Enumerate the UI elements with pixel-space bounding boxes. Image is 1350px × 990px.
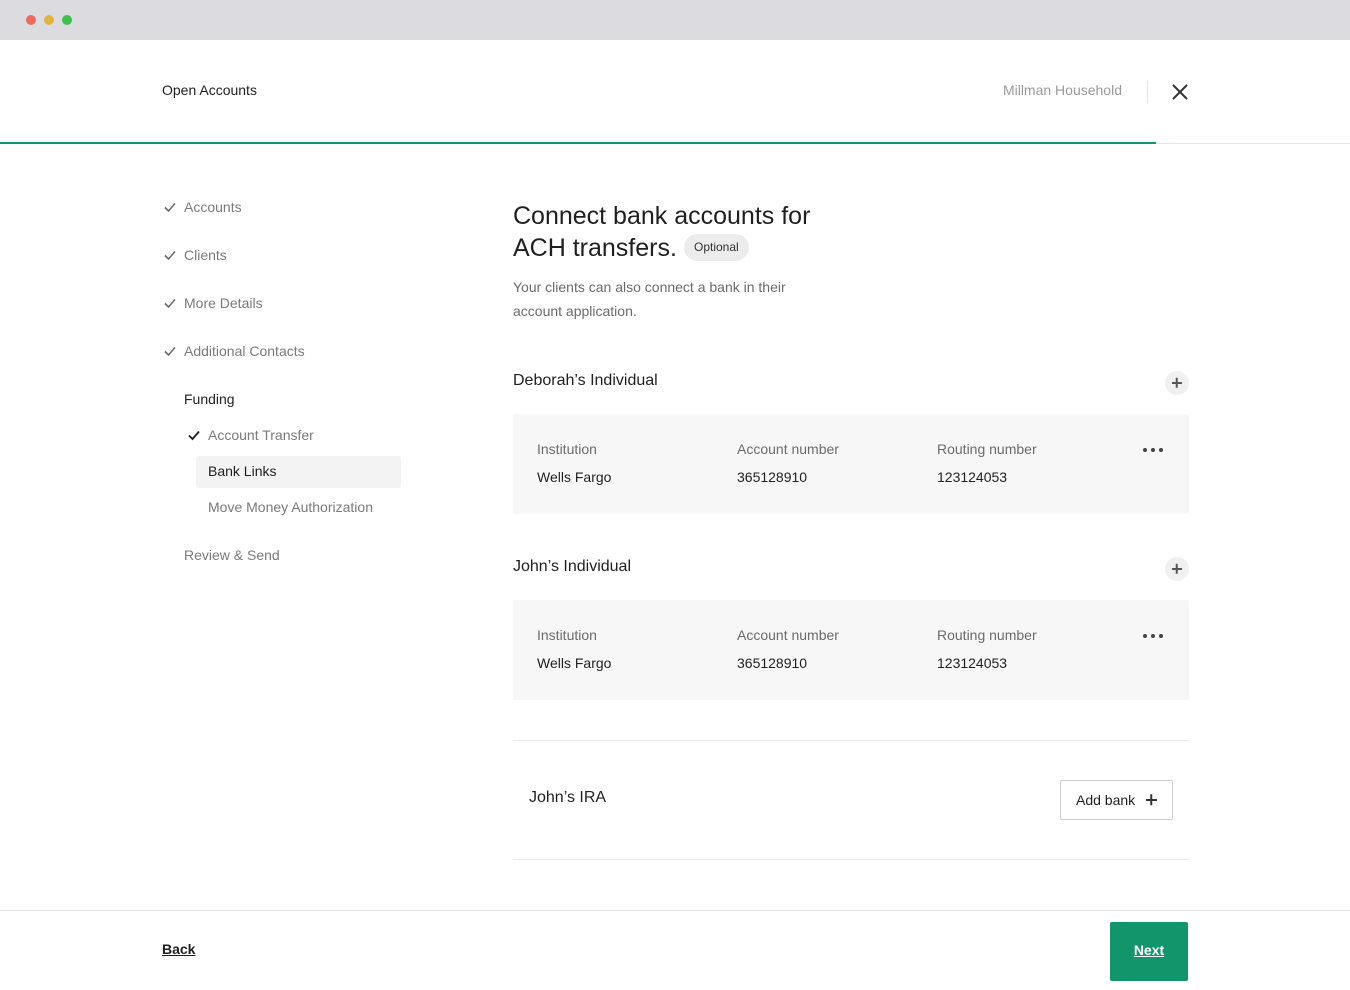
- routing-number-label: Routing number: [937, 441, 1037, 457]
- page-title: Connect bank accounts for ACH transfers.: [513, 202, 811, 262]
- account-title-john-ira: John’s IRA: [529, 789, 607, 806]
- step-more-details[interactable]: More Details: [164, 295, 263, 311]
- household-name: Millman Household: [1002, 82, 1122, 98]
- check-icon: [164, 202, 176, 213]
- check-icon: [188, 430, 200, 441]
- step-clients[interactable]: Clients: [164, 247, 227, 263]
- step-label: Accounts: [184, 199, 242, 215]
- optional-badge: Optional: [684, 234, 749, 261]
- next-label: Next: [1133, 942, 1165, 958]
- progress-bar: [0, 142, 1156, 144]
- step-label: More Details: [184, 295, 263, 311]
- institution-value: Wells Fargo: [537, 469, 612, 485]
- account-number-label: Account number: [737, 627, 839, 643]
- routing-number-label: Routing number: [937, 627, 1037, 643]
- substep-label: Bank Links: [208, 463, 277, 479]
- substep-bank-links[interactable]: Bank Links: [208, 463, 276, 479]
- step-label: Clients: [184, 247, 227, 263]
- institution-label: Institution: [537, 627, 597, 643]
- back-link[interactable]: Back: [162, 941, 195, 957]
- close-icon[interactable]: [1168, 80, 1192, 104]
- substep-label: Account Transfer: [208, 427, 314, 443]
- add-bank-button[interactable]: Add bank: [1060, 780, 1173, 820]
- bank-card-deborah: Institution Account number Routing numbe…: [513, 414, 1189, 514]
- substep-account-transfer[interactable]: Account Transfer: [188, 427, 314, 443]
- substep-label: Move Money Authorization: [208, 499, 373, 515]
- routing-number-value: 123124053: [937, 469, 1008, 485]
- add-bank-plus-icon[interactable]: [1165, 371, 1189, 395]
- check-icon: [164, 346, 176, 357]
- account-number-value: 365128910: [737, 469, 808, 485]
- step-additional-contacts[interactable]: Additional Contacts: [164, 343, 305, 359]
- window-close-dot[interactable]: [26, 15, 36, 25]
- window-zoom-dot[interactable]: [62, 15, 72, 25]
- page-subtitle: Your clients can also connect a bank in …: [513, 279, 786, 319]
- section-divider: [513, 740, 1189, 741]
- more-options-icon[interactable]: [1141, 444, 1165, 456]
- add-bank-plus-icon[interactable]: [1165, 557, 1189, 581]
- step-label: Funding: [184, 391, 235, 407]
- institution-value: Wells Fargo: [537, 655, 612, 671]
- institution-label: Institution: [537, 441, 597, 457]
- page-title-header: Open Accounts: [162, 82, 257, 98]
- more-options-icon[interactable]: [1141, 630, 1165, 642]
- step-accounts[interactable]: Accounts: [164, 199, 242, 215]
- page-footer: Back Next: [0, 910, 1350, 990]
- window-titlebar: [0, 0, 1350, 40]
- next-button[interactable]: Next: [1110, 922, 1188, 981]
- page-header: Open Accounts Millman Household: [0, 40, 1350, 144]
- routing-number-value: 123124053: [937, 655, 1008, 671]
- check-icon: [164, 250, 176, 261]
- step-label: Review & Send: [184, 547, 280, 563]
- add-bank-label: Add bank: [1076, 792, 1136, 808]
- step-review-send[interactable]: Review & Send: [184, 547, 280, 563]
- step-label: Additional Contacts: [184, 343, 305, 359]
- substep-move-money-authorization[interactable]: Move Money Authorization: [208, 499, 373, 515]
- check-icon: [164, 298, 176, 309]
- account-number-label: Account number: [737, 441, 839, 457]
- bank-card-john-individual: Institution Account number Routing numbe…: [513, 600, 1189, 700]
- account-title-deborah: Deborah’s Individual: [513, 372, 658, 389]
- plus-icon: [1146, 794, 1158, 806]
- section-divider: [513, 859, 1189, 860]
- window-minimize-dot[interactable]: [44, 15, 54, 25]
- account-number-value: 365128910: [737, 655, 808, 671]
- step-funding[interactable]: Funding: [184, 391, 235, 407]
- header-divider: [1147, 81, 1148, 103]
- account-title-john-individual: John’s Individual: [513, 558, 632, 575]
